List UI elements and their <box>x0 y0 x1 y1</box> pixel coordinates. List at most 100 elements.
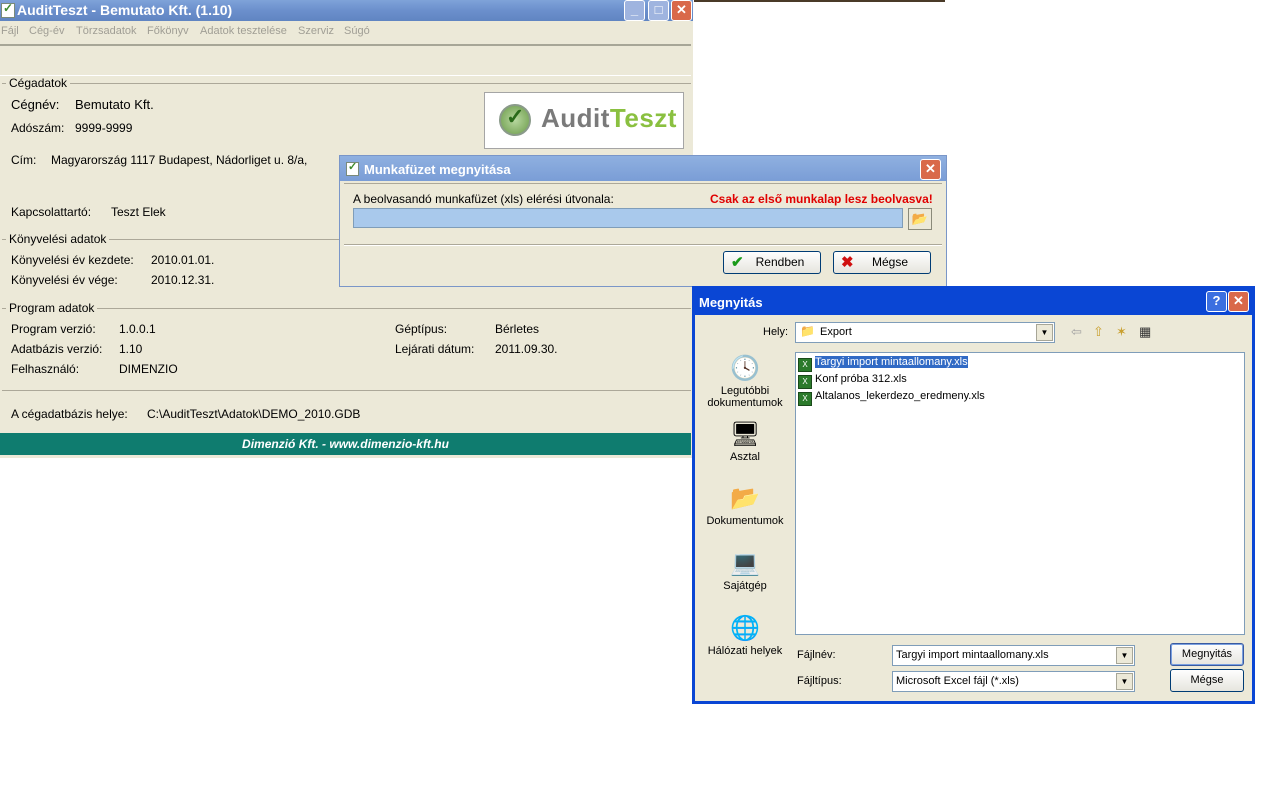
place-label: Legutóbbi dokumentumok <box>707 385 783 409</box>
chevron-down-icon: ▼ <box>1116 673 1133 690</box>
documents-folder-icon: 📂 <box>730 485 760 512</box>
list-item[interactable]: X Altalanos_lekerdezo_eredmeny.xls <box>798 389 985 406</box>
contact-value: Teszt Elek <box>111 205 166 219</box>
menu-item-sugo[interactable]: Súgó <box>344 25 370 37</box>
year-end-label: Könyvelési év vége: <box>11 273 118 287</box>
dialog-check-icon <box>346 160 359 176</box>
section-db-path <box>2 390 691 391</box>
help-button[interactable]: ? <box>1206 291 1227 312</box>
menu-bar: Fájl Cég-év Törzsadatok Főkönyv Adatok t… <box>0 22 693 42</box>
machine-type-value: Bérletes <box>495 322 540 336</box>
app-check-icon <box>1 1 15 18</box>
excel-file-icon: X <box>798 375 812 389</box>
path-label: A beolvasandó munkafüzet (xls) elérési ú… <box>353 192 614 206</box>
expiry-date-label: Lejárati dátum: <box>395 342 475 356</box>
navigation-toolbar: ⇦ ⇧ ✶ ▦ <box>1071 324 1161 342</box>
workbook-dialog-title-bar[interactable]: Munkafüzet megnyitása ✕ <box>340 156 946 181</box>
place-desktop[interactable]: 🖥 Asztal <box>705 421 785 463</box>
workbook-dialog-title: Munkafüzet megnyitása <box>364 162 511 177</box>
logo-check-icon <box>499 104 531 136</box>
place-label: Dokumentumok <box>706 515 784 527</box>
open-dialog-title: Megnyitás <box>699 295 763 310</box>
tax-number-value: 9999-9999 <box>75 121 133 135</box>
open-dialog-close-button[interactable]: ✕ <box>1228 291 1249 312</box>
section-title-accounting: Könyvelési adatok <box>6 232 110 246</box>
excel-file-icon: X <box>798 392 812 406</box>
excel-file-icon: X <box>798 358 812 372</box>
company-name-label: Cégnév: <box>11 97 60 112</box>
menu-item-fokonyv[interactable]: Főkönyv <box>147 25 189 37</box>
filetype-dropdown[interactable]: Microsoft Excel fájl (*.xls) ▼ <box>892 671 1135 692</box>
open-button[interactable]: Megnyitás <box>1170 643 1244 666</box>
menu-item-adatok-tesztelese[interactable]: Adatok tesztelése <box>200 25 287 37</box>
workbook-path-input[interactable] <box>353 208 903 228</box>
filetype-value: Microsoft Excel fájl (*.xls) <box>896 675 1019 687</box>
folder-icon: 📁 <box>800 324 815 338</box>
list-item[interactable]: X Targyi import mintaallomany.xls <box>798 355 969 372</box>
place-label: Asztal <box>730 451 760 463</box>
minimize-button[interactable]: _ <box>624 0 645 21</box>
db-path-value: C:\AuditTeszt\Adatok\DEMO_2010.GDB <box>147 407 361 421</box>
back-arrow-icon[interactable]: ⇦ <box>1071 324 1082 340</box>
ok-button[interactable]: ✔ Rendben <box>723 251 821 274</box>
background-strip <box>694 0 945 2</box>
chevron-down-icon: ▼ <box>1036 324 1053 341</box>
contact-label: Kapcsolattartó: <box>11 205 92 219</box>
close-button[interactable]: ✕ <box>671 0 692 21</box>
workbook-dialog-close-button[interactable]: ✕ <box>920 159 941 180</box>
place-network[interactable]: 🌐 Hálózati helyek <box>705 615 785 657</box>
place-label: Hálózati helyek <box>707 645 783 657</box>
menu-item-szerviz[interactable]: Szerviz <box>298 25 334 37</box>
filename-value: Targyi import mintaallomany.xls <box>896 649 1049 661</box>
desktop-icon: 🖥 <box>730 421 761 448</box>
menu-item-torzsadatok[interactable]: Törzsadatok <box>76 25 137 37</box>
up-folder-icon[interactable]: ⇧ <box>1093 324 1104 340</box>
place-my-computer[interactable]: 💻 Sajátgép <box>705 550 785 592</box>
section-title-program: Program adatok <box>6 301 98 315</box>
green-check-icon: ✔ <box>731 254 744 271</box>
toolbar-area <box>0 44 691 76</box>
filetype-label: Fájltípus: <box>797 675 842 687</box>
ok-button-label: Rendben <box>755 255 805 269</box>
filename-input[interactable]: Targyi import mintaallomany.xls ▼ <box>892 645 1135 666</box>
section-program: Program adatok <box>2 301 691 315</box>
logo-text-teszt: Teszt <box>609 103 677 133</box>
menu-item-ceg-ev[interactable]: Cég-év <box>29 25 64 37</box>
dialog-divider <box>344 244 942 246</box>
section-title-company: Cégadatok <box>6 76 71 90</box>
year-end-value: 2010.12.31. <box>151 273 215 287</box>
open-dialog-cancel-button[interactable]: Mégse <box>1170 669 1244 692</box>
new-folder-icon[interactable]: ✶ <box>1116 324 1127 340</box>
location-dropdown[interactable]: 📁 Export ▼ <box>795 322 1055 343</box>
dialog-separator <box>344 183 942 184</box>
open-file-dialog: Megnyitás ? ✕ Hely: 📁 Export ▼ ⇦ ⇧ ✶ ▦ 🕓… <box>692 286 1255 704</box>
db-version-label: Adatbázis verzió: <box>11 342 103 356</box>
list-item[interactable]: X Konf próba 312.xls <box>798 372 907 389</box>
place-documents[interactable]: 📂 Dokumentumok <box>705 485 785 527</box>
machine-type-label: Géptípus: <box>395 322 448 336</box>
main-title-bar[interactable]: AuditTeszt - Bemutato Kft. (1.10) _ □ ✕ <box>0 0 693 21</box>
expiry-date-value: 2011.09.30. <box>495 342 558 356</box>
menu-item-fajl[interactable]: Fájl <box>1 25 19 37</box>
clock-icon: 🕓 <box>730 355 760 382</box>
year-start-label: Könyvelési év kezdete: <box>11 253 134 267</box>
filename-label: Fájlnév: <box>797 649 836 661</box>
maximize-button[interactable]: □ <box>648 0 669 21</box>
cancel-button[interactable]: ✖ Mégse <box>833 251 931 274</box>
logo-text-audit: Audit <box>541 103 610 133</box>
program-version-value: 1.0.0.1 <box>119 322 156 336</box>
audit-teszt-logo: AuditTeszt <box>484 92 684 149</box>
view-menu-icon[interactable]: ▦ <box>1139 324 1151 340</box>
computer-icon: 💻 <box>730 550 760 577</box>
browse-folder-button[interactable]: 📂 <box>908 208 932 230</box>
db-path-label: A cégadatbázis helye: <box>11 407 128 421</box>
company-name-value: Bemutato Kft. <box>75 97 154 112</box>
workbook-open-dialog: Munkafüzet megnyitása ✕ A beolvasandó mu… <box>339 155 947 287</box>
section-company: Cégadatok <box>2 76 691 90</box>
file-list[interactable]: X Targyi import mintaallomany.xls X Konf p… <box>795 352 1245 635</box>
place-recent-documents[interactable]: 🕓 Legutóbbi dokumentumok <box>705 355 785 409</box>
tax-number-label: Adószám: <box>11 121 65 135</box>
address-value: Magyarország 1117 Budapest, Nádorliget u… <box>51 153 308 167</box>
location-label: Hely: <box>763 326 789 338</box>
user-value: DIMENZIO <box>119 362 178 376</box>
